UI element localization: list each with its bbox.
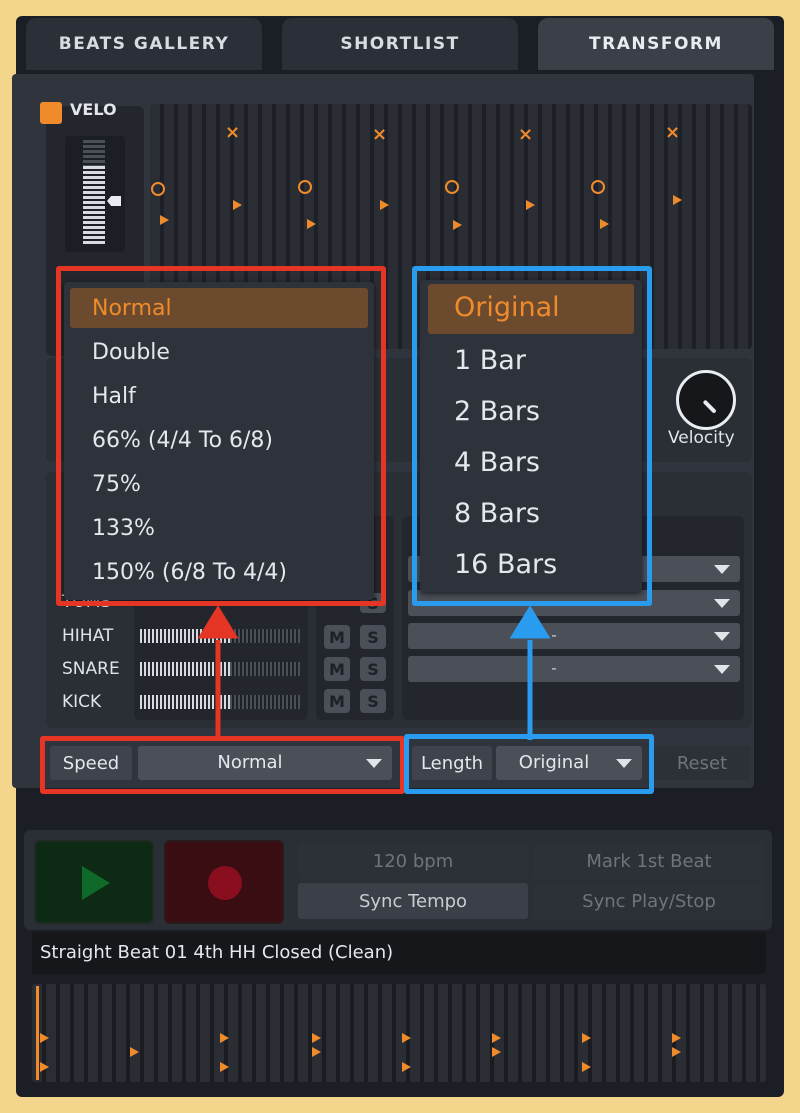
sync-play-stop-button[interactable]: Sync Play/Stop bbox=[534, 883, 764, 919]
mark-first-beat-button[interactable]: Mark 1st Beat bbox=[534, 843, 764, 879]
play-icon bbox=[82, 866, 110, 900]
record-button[interactable] bbox=[164, 840, 284, 924]
timeline-hit bbox=[402, 1033, 411, 1043]
pattern-timeline[interactable] bbox=[32, 984, 766, 1082]
timeline-hit bbox=[582, 1062, 591, 1072]
record-icon bbox=[208, 866, 242, 900]
timeline-hit bbox=[40, 1062, 49, 1072]
timeline-hit bbox=[672, 1033, 681, 1043]
timeline-hit bbox=[492, 1033, 501, 1043]
sync-tempo-button[interactable]: Sync Tempo bbox=[298, 883, 528, 919]
beat-name: Straight Beat 01 4th HH Closed (Clean) bbox=[40, 942, 394, 963]
speed-control-annotation bbox=[40, 736, 405, 794]
timeline-hit bbox=[220, 1062, 229, 1072]
timeline-hit bbox=[312, 1047, 321, 1057]
timeline-hit bbox=[130, 1047, 139, 1057]
timeline-hit bbox=[220, 1033, 229, 1043]
timeline-hit bbox=[40, 1033, 49, 1043]
timeline-hit bbox=[672, 1047, 681, 1057]
length-control-annotation bbox=[404, 734, 654, 794]
bpm-display[interactable]: 120 bpm bbox=[298, 843, 528, 879]
timeline-hit bbox=[492, 1047, 501, 1057]
play-button[interactable] bbox=[34, 840, 154, 924]
timeline-hit bbox=[312, 1033, 321, 1043]
timeline-hit bbox=[582, 1033, 591, 1043]
beat-name-display: Straight Beat 01 4th HH Closed (Clean) bbox=[32, 932, 766, 974]
timeline-hit bbox=[402, 1062, 411, 1072]
playhead bbox=[36, 986, 39, 1080]
